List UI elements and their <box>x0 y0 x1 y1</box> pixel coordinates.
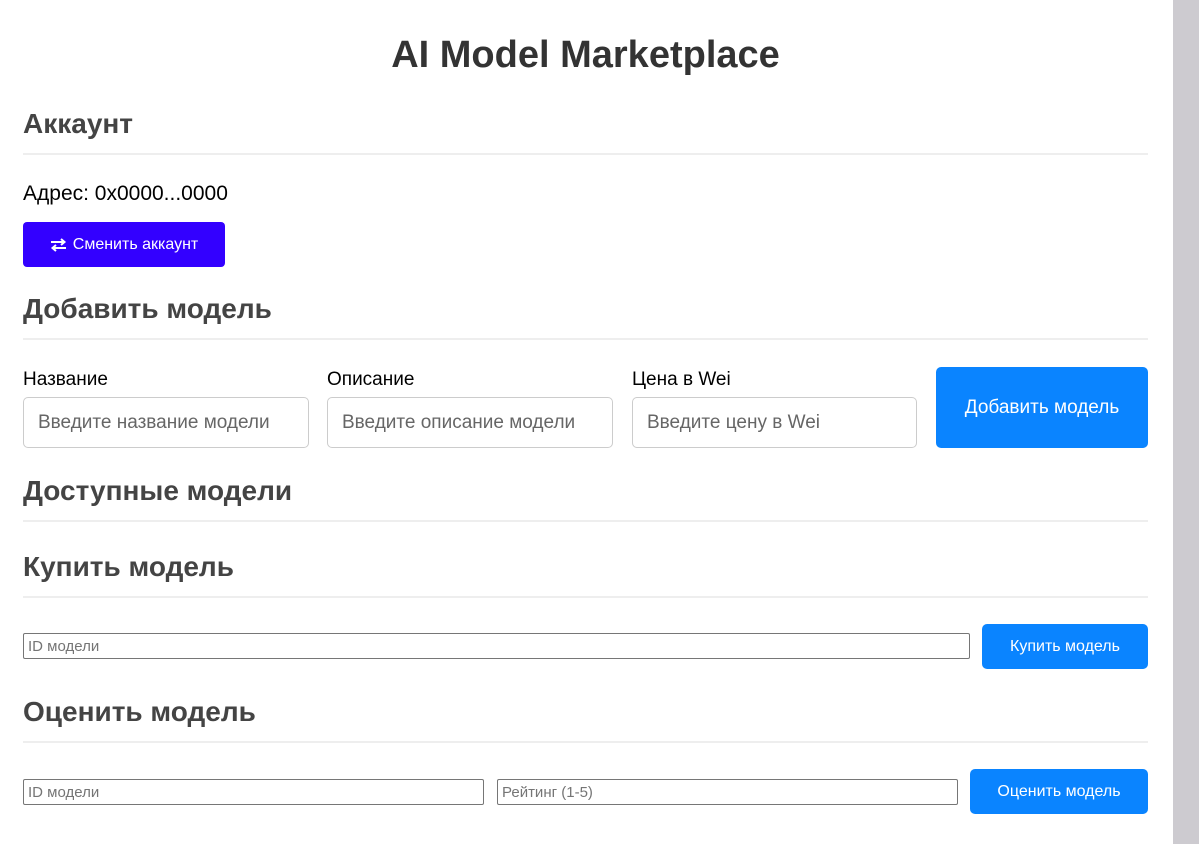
model-price-input[interactable] <box>632 397 917 448</box>
page-title: AI Model Marketplace <box>391 34 780 76</box>
rate-model-button[interactable]: Оценить модель <box>970 769 1148 814</box>
available-models-heading: Доступные модели <box>23 474 1148 522</box>
account-address: Адрес: 0x0000...0000 <box>23 182 228 205</box>
rate-model-heading: Оценить модель <box>23 695 1148 743</box>
add-model-heading: Добавить модель <box>23 292 1148 340</box>
switch-account-label: Сменить аккаунт <box>72 235 199 253</box>
add-model-button[interactable]: Добавить модель <box>936 367 1148 448</box>
model-description-input[interactable] <box>327 397 613 448</box>
account-heading: Аккаунт <box>23 107 1148 155</box>
swap-arrows-icon <box>50 237 67 252</box>
model-name-input[interactable] <box>23 397 309 448</box>
model-name-label: Название <box>23 369 108 390</box>
page-scrollbar[interactable] <box>1173 0 1199 844</box>
buy-model-heading: Купить модель <box>23 550 1148 598</box>
buy-model-id-input[interactable] <box>23 633 970 659</box>
rate-model-id-input[interactable] <box>23 779 484 805</box>
model-price-label: Цена в Wei <box>632 369 731 390</box>
buy-model-button[interactable]: Купить модель <box>982 624 1148 669</box>
page: AI Model Marketplace Аккаунт Адрес: 0x00… <box>0 0 1199 844</box>
rate-model-rating-input[interactable] <box>497 779 958 805</box>
switch-account-button[interactable]: Сменить аккаунт <box>23 222 225 267</box>
model-description-label: Описание <box>327 369 415 390</box>
